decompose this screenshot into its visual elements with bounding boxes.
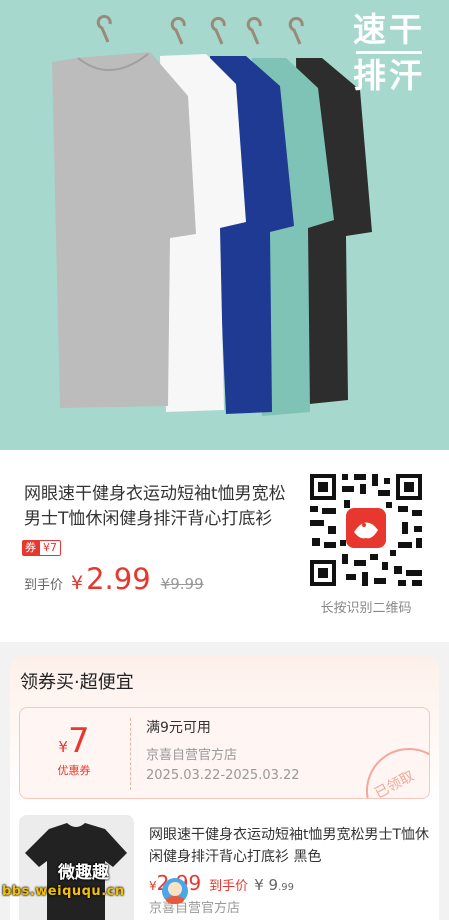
watermark-name: 微趣趣 bbox=[58, 863, 109, 883]
claimed-stamp: 已领取 bbox=[350, 732, 429, 799]
qr-code[interactable] bbox=[306, 470, 426, 590]
coupon-card[interactable]: ¥7 优惠券 满9元可用 京喜自营官方店 2025.03.22-2025.03.… bbox=[19, 707, 430, 799]
hero-badge-line2: 排汗 bbox=[353, 56, 425, 95]
item-price-label: 到手价 bbox=[209, 879, 249, 894]
product-card: 网眼速干健身衣运动短袖t恤男宽松男士T恤休闲健身排汗背心打底衫 券 ¥7 到手价… bbox=[0, 450, 449, 642]
coupon-tag: 券 ¥7 bbox=[22, 540, 61, 556]
product-image[interactable]: 速干 排汗 bbox=[0, 0, 449, 450]
coupon-divider bbox=[130, 718, 131, 790]
hero-badge-line1: 速干 bbox=[353, 10, 425, 49]
price-value: 2.99 bbox=[86, 562, 151, 596]
price-row: 到手价 ¥ 2.99 ¥9.99 bbox=[24, 562, 204, 602]
section-title: 领券买·超便宜 bbox=[20, 672, 134, 693]
hero-badge: 速干 排汗 bbox=[353, 8, 425, 97]
coupon-label: 优惠券 bbox=[57, 764, 91, 777]
coupon-validity: 2025.03.22-2025.03.22 bbox=[146, 768, 300, 783]
mascot-icon bbox=[162, 878, 188, 904]
claimed-stamp-label: 已领取 bbox=[372, 768, 417, 799]
coupon-shop: 京喜自营官方店 bbox=[146, 748, 238, 763]
coupon-amount: 7 bbox=[67, 721, 90, 761]
price-currency: ¥ bbox=[71, 572, 84, 594]
coupon-tag-key: 券 bbox=[22, 540, 39, 556]
coupon-currency: ¥ bbox=[58, 738, 68, 756]
item-price-original: ¥ 9.99 bbox=[254, 876, 294, 894]
coupon-condition: 满9元可用 bbox=[146, 720, 211, 736]
coupon-amount-block: ¥7 优惠券 bbox=[20, 708, 128, 798]
price-original: ¥9.99 bbox=[160, 575, 204, 593]
watermark-url: bbs.weiququ.cn bbox=[2, 884, 125, 899]
watermark: 微趣趣 bbs.weiququ.cn bbox=[0, 852, 200, 912]
product-title[interactable]: 网眼速干健身衣运动短袖t恤男宽松男士T恤休闲健身排汗背心打底衫 bbox=[24, 482, 300, 532]
qr-caption: 长按识别二维码 bbox=[320, 601, 412, 616]
price-label: 到手价 bbox=[24, 578, 64, 593]
coupon-tag-value: ¥7 bbox=[39, 540, 61, 556]
